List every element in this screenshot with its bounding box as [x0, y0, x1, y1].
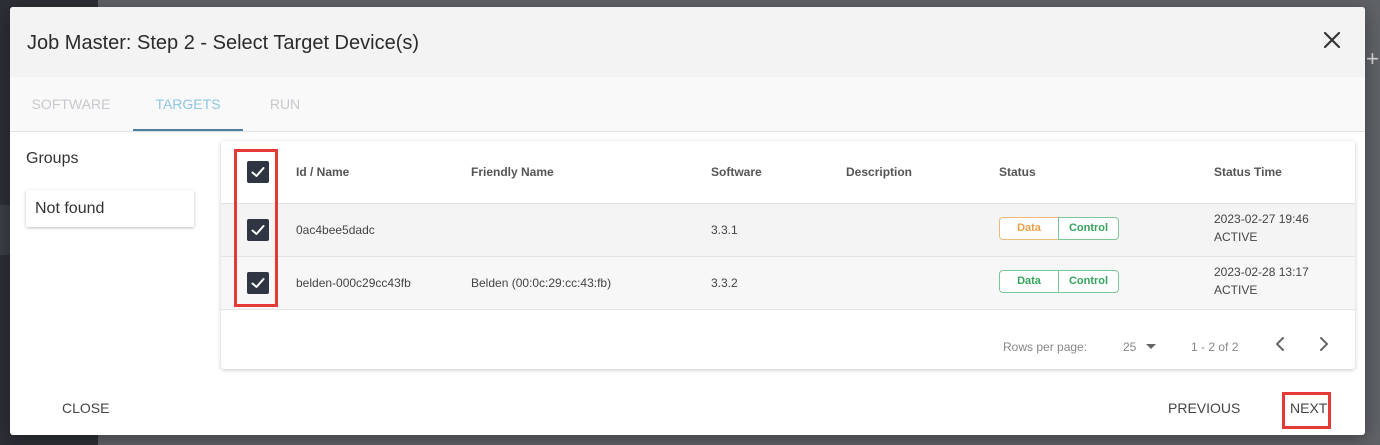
status-badge-group: Data Control — [999, 217, 1121, 240]
previous-button[interactable]: PREVIOUS — [1168, 400, 1240, 416]
chevron-right-icon[interactable] — [1312, 332, 1336, 356]
tab-software[interactable]: SOFTWARE — [10, 77, 132, 131]
status-data-badge: Data — [999, 270, 1059, 293]
dialog-header: Job Master: Step 2 - Select Target Devic… — [10, 7, 1365, 77]
pagination-range: 1 - 2 of 2 — [1191, 340, 1239, 354]
cell-software: 3.3.1 — [711, 223, 738, 237]
cell-id-name: 0ac4bee5dadc — [296, 223, 375, 237]
group-item-label: Not found — [35, 200, 105, 217]
column-header-friendly-name[interactable]: Friendly Name — [471, 165, 554, 179]
column-header-status[interactable]: Status — [999, 165, 1036, 179]
next-button[interactable]: NEXT — [1290, 400, 1327, 416]
close-button[interactable]: CLOSE — [62, 400, 109, 416]
tab-run[interactable]: RUN — [245, 77, 325, 131]
chevron-left-icon[interactable] — [1268, 332, 1292, 356]
status-badge-group: Data Control — [999, 270, 1121, 293]
step-tabs: SOFTWARE TARGETS RUN — [10, 77, 1365, 132]
cell-status-state: ACTIVE — [1214, 283, 1258, 297]
close-icon[interactable] — [1321, 29, 1343, 51]
cell-friendly-name: Belden (00:0c:29:cc:43:fb) — [471, 276, 612, 290]
row-checkbox[interactable] — [247, 272, 269, 294]
select-all-checkbox[interactable] — [247, 161, 269, 183]
groups-heading: Groups — [26, 150, 79, 167]
column-header-software[interactable]: Software — [711, 165, 762, 179]
cell-software: 3.3.2 — [711, 276, 738, 290]
column-header-description[interactable]: Description — [846, 165, 912, 179]
dialog-title: Job Master: Step 2 - Select Target Devic… — [27, 32, 420, 54]
tab-targets[interactable]: TARGETS — [133, 77, 243, 131]
status-control-badge: Control — [1058, 270, 1119, 293]
targets-table: Id / Name Friendly Name Software Descrip… — [221, 141, 1355, 369]
table-row[interactable] — [221, 204, 1355, 256]
column-header-status-time[interactable]: Status Time — [1214, 165, 1282, 179]
rows-per-page-select[interactable]: 25 — [1123, 340, 1136, 354]
dropdown-arrow-icon[interactable] — [1146, 344, 1156, 349]
background-add-icon: + — [1366, 46, 1379, 71]
status-control-badge: Control — [1058, 217, 1119, 240]
column-header-id-name[interactable]: Id / Name — [296, 165, 349, 179]
cell-id-name: belden-000c29cc43fb — [296, 276, 411, 290]
check-icon — [251, 167, 265, 177]
rows-per-page-label: Rows per page: — [1003, 340, 1088, 354]
background-selected-item — [0, 205, 10, 255]
row-checkbox[interactable] — [247, 219, 269, 241]
check-icon — [251, 278, 265, 288]
cell-status-time: 2023-02-27 19:46 — [1214, 212, 1309, 226]
cell-status-time: 2023-02-28 13:17 — [1214, 265, 1309, 279]
group-item[interactable]: Not found — [26, 190, 194, 227]
check-icon — [251, 225, 265, 235]
row-divider — [221, 309, 1355, 310]
status-data-badge: Data — [999, 217, 1059, 240]
cell-status-state: ACTIVE — [1214, 230, 1258, 244]
job-master-dialog: Job Master: Step 2 - Select Target Devic… — [10, 7, 1365, 435]
